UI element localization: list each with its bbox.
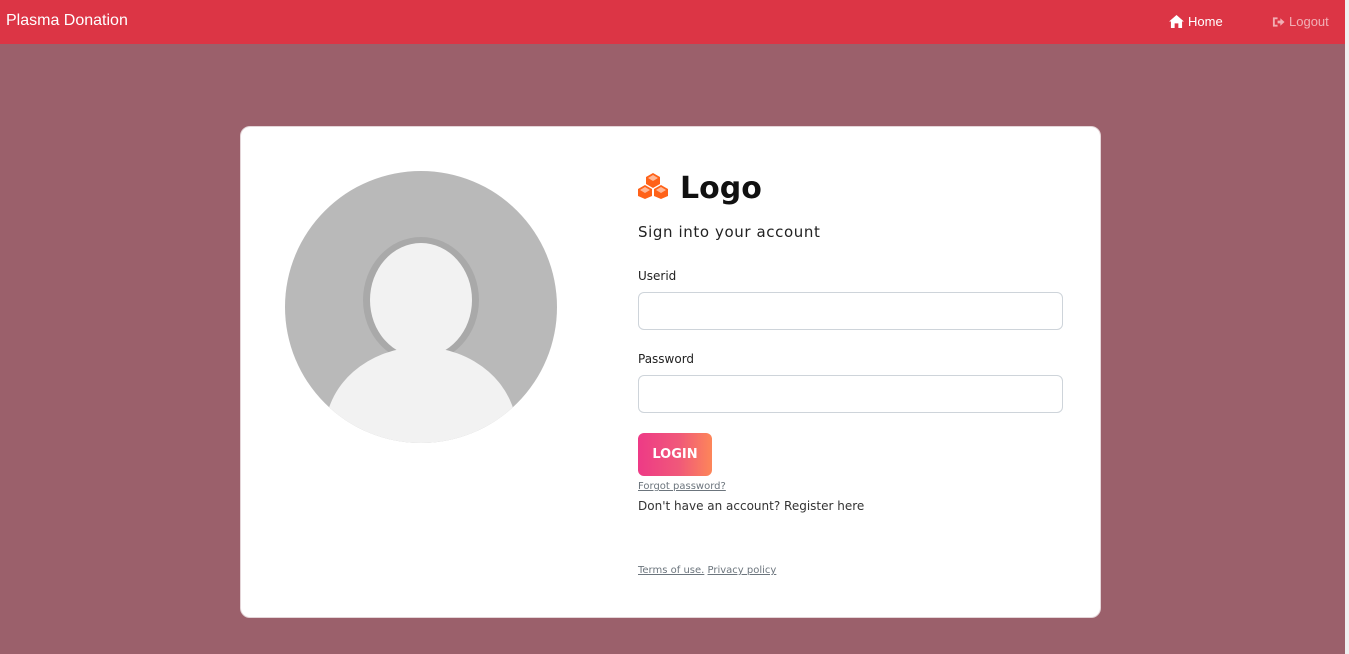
nav-home-label: Home	[1188, 14, 1223, 29]
login-button[interactable]: LOGIN	[638, 433, 712, 476]
avatar-body	[325, 347, 517, 443]
logo: Logo	[638, 171, 762, 206]
logo-text: Logo	[680, 171, 762, 206]
password-input[interactable]	[638, 375, 1063, 413]
sign-out-icon	[1272, 16, 1285, 28]
page-scrollbar[interactable]	[1345, 0, 1349, 654]
userid-input[interactable]	[638, 292, 1063, 330]
navbar-brand[interactable]: Plasma Donation	[6, 12, 128, 30]
nav-home-link[interactable]: Home	[1169, 14, 1223, 29]
legal-links: Terms of use. Privacy policy	[638, 565, 776, 576]
terms-of-use-link[interactable]: Terms of use.	[638, 565, 704, 576]
password-label: Password	[638, 352, 695, 366]
avatar-head	[370, 243, 472, 357]
login-card: Logo Sign into your account Userid Passw…	[240, 126, 1101, 618]
forgot-password-link[interactable]: Forgot password?	[638, 481, 726, 492]
register-link[interactable]: Don't have an account? Register here	[638, 499, 864, 513]
top-navbar: Plasma Donation Home Logout	[0, 0, 1349, 44]
user-placeholder-icon	[285, 171, 557, 443]
home-icon	[1169, 15, 1184, 28]
privacy-policy-link[interactable]: Privacy policy	[708, 565, 777, 576]
form-subtitle: Sign into your account	[638, 223, 821, 241]
cubes-icon	[638, 173, 668, 204]
nav-logout-label: Logout	[1289, 14, 1329, 29]
nav-logout-link[interactable]: Logout	[1272, 14, 1329, 29]
userid-label: Userid	[638, 269, 677, 283]
